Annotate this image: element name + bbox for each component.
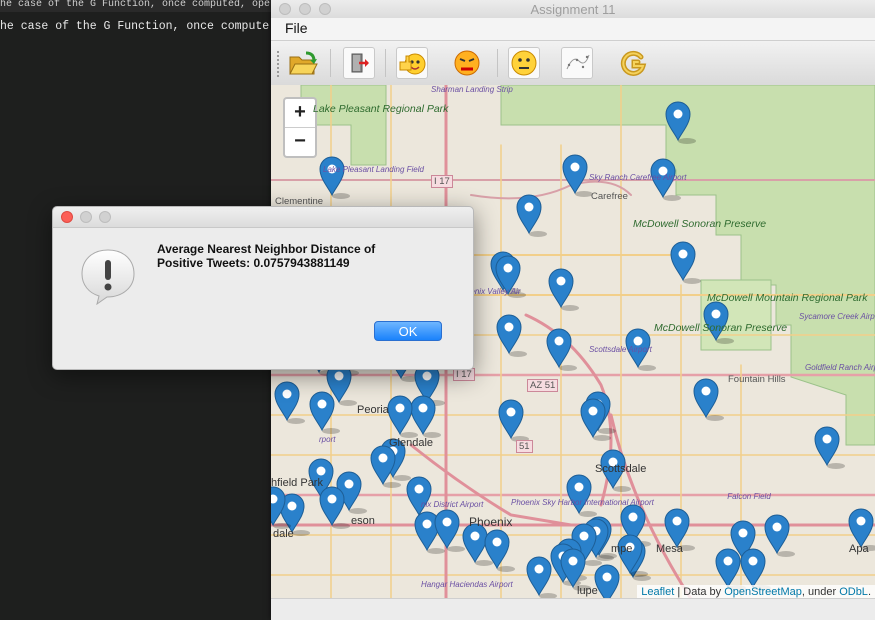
label-lake-pleasant: Lake Pleasant Regional Park (313, 103, 449, 115)
neutral-tweets-button[interactable] (508, 47, 540, 79)
zoom-control: + − (283, 97, 317, 158)
label-irport: rport (319, 435, 336, 444)
map-attribution: Leaflet | Data by OpenStreetMap, under O… (637, 585, 875, 599)
map-marker-pin[interactable] (764, 514, 795, 557)
label-lake-pleasant-field: Lake Pleasant Landing Field (323, 165, 424, 174)
label-mcdowell-preserve-2: McDowell Sonoran Preserve (654, 322, 787, 334)
dialog-message-line2: Positive Tweets: 0.0757943881149 (157, 256, 350, 270)
map-marker-pin[interactable] (274, 381, 305, 424)
dialog-message-line1: Average Nearest Neighbor Distance of (157, 242, 376, 256)
ok-button[interactable]: OK (374, 321, 442, 341)
label-fountain-hills: Fountain Hills (728, 374, 786, 385)
map-marker-pin[interactable] (516, 194, 547, 237)
g-function-button[interactable] (617, 47, 649, 79)
toolbar (271, 41, 875, 86)
zoom-in-button[interactable]: + (285, 99, 315, 127)
label-route-51: 51 (516, 440, 533, 453)
label-mesa: Mesa (656, 543, 683, 555)
dialog-close-button[interactable] (61, 211, 73, 223)
leaflet-link[interactable]: Leaflet (641, 586, 674, 598)
negative-tweets-button[interactable] (451, 47, 483, 79)
g-function-icon (620, 50, 647, 76)
open-folder-icon (289, 51, 318, 75)
warning-icon (79, 247, 137, 310)
label-litchfield: hfield Park (271, 477, 323, 489)
window-titlebar: Assignment 11 (271, 0, 875, 18)
label-sky-ranch: Sky Ranch Carefree Airport (589, 173, 687, 182)
label-phoenix: Phoenix (469, 515, 513, 529)
map-marker-pin[interactable] (814, 426, 845, 469)
dialog-message: Average Nearest Neighbor Distance of Pos… (157, 242, 457, 270)
map-marker-pin[interactable] (319, 156, 350, 199)
thumbs-up-smiley-icon (399, 53, 426, 75)
label-hangar: Hangar Haciendas Airport (421, 580, 513, 589)
label-falcon: Falcon Field (727, 492, 771, 501)
label-eson: eson (351, 515, 375, 527)
toolbar-separator (497, 49, 498, 77)
message-dialog: Average Nearest Neighbor Distance of Pos… (52, 206, 474, 370)
label-phoenix-district: nix District Airport (421, 500, 484, 509)
label-mcdowell-mountain: McDowell Mountain Regional Park (707, 292, 868, 304)
label-az51: AZ 51 (527, 379, 559, 392)
odbl-link[interactable]: ODbL (839, 586, 868, 598)
status-bar (271, 598, 875, 620)
attribution-text-3: . (867, 586, 871, 598)
label-sycamore: Sycamore Creek Airport (799, 312, 875, 321)
editor-tab[interactable]: he case of the G Function, once computed… (0, 0, 275, 12)
openstreetmap-link[interactable]: OpenStreetMap (724, 586, 802, 598)
attribution-text-2: , under (801, 586, 840, 598)
label-carefree: Carefree (591, 191, 628, 202)
point-pattern-icon (566, 54, 590, 70)
nearest-neighbor-button[interactable] (561, 47, 593, 79)
dialog-zoom-button[interactable] (99, 211, 111, 223)
positive-tweets-button[interactable] (396, 47, 428, 79)
map-marker-pin[interactable] (484, 529, 515, 572)
toolbar-separator (330, 49, 331, 77)
neutral-face-icon (511, 50, 537, 76)
open-folder-button[interactable] (287, 47, 319, 79)
zoom-out-button[interactable]: − (285, 127, 315, 156)
label-glendale: Glendale (389, 437, 434, 449)
label-i17: I 17 (431, 175, 453, 188)
label-dale: dale (273, 528, 294, 540)
label-sharman: Sharman Landing Strip (431, 85, 513, 94)
map-marker-pin[interactable] (434, 509, 465, 552)
dialog-minimize-button[interactable] (80, 211, 92, 223)
label-scottsdale-airport: Scottsdale Airport (589, 345, 652, 354)
map-marker-pin[interactable] (670, 241, 701, 284)
window-title: Assignment 11 (530, 2, 616, 17)
map-marker-pin[interactable] (498, 399, 529, 442)
label-apache: Apa (849, 543, 869, 555)
exit-button[interactable] (343, 47, 375, 79)
label-peoria: Peoria (357, 404, 389, 416)
attribution-text-1: | Data by (674, 586, 725, 598)
editor-tab-label: he case of the G Function, once computed… (0, 0, 271, 10)
label-mcdowell-preserve-1: McDowell Sonoran Preserve (633, 218, 767, 230)
map-marker-pin[interactable] (548, 268, 579, 311)
label-sky-harbor: Phoenix Sky Harbor International Airport (511, 498, 654, 507)
editor-code-line: he case of the G Function, once compute (0, 20, 270, 33)
exit-door-icon (351, 53, 369, 73)
menubar: File (271, 18, 875, 41)
toolbar-grip[interactable] (277, 51, 282, 77)
dialog-titlebar (53, 207, 473, 228)
toolbar-separator (385, 49, 386, 77)
angry-face-icon (454, 50, 480, 76)
map-marker-pin[interactable] (309, 391, 340, 434)
label-lupe: lupe (577, 585, 598, 597)
label-goldfield: Goldfield Ranch Airport (805, 363, 875, 372)
menu-file[interactable]: File (285, 20, 308, 36)
label-tempe: mpe (611, 543, 633, 555)
label-scottsdale: Scottsdale (595, 463, 647, 475)
